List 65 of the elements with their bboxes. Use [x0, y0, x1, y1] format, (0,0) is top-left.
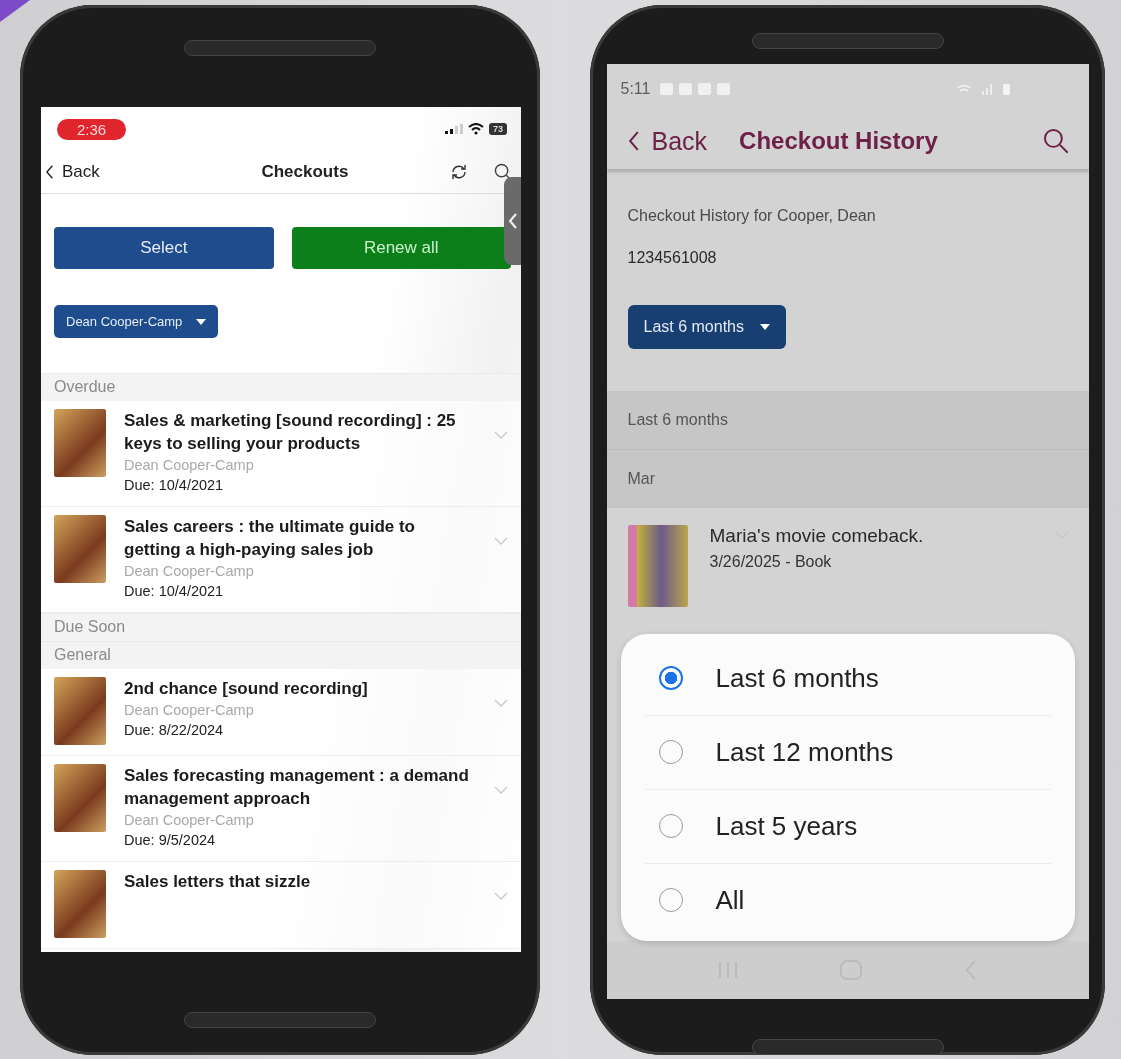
radio-button[interactable]	[658, 666, 683, 691]
back-button[interactable]: Back	[628, 126, 708, 156]
item-title[interactable]: Sales careers : the ultimate guide to getting a high-paying sales job	[124, 515, 476, 561]
expand-chevron-icon[interactable]	[494, 786, 508, 794]
section-header: General	[41, 641, 521, 669]
section-header: Due Soon	[41, 613, 521, 641]
notification-icon	[679, 82, 693, 95]
side-panel-handle[interactable]	[504, 177, 521, 265]
battery-icon: 73	[489, 123, 507, 135]
item-details: 3/26/2025 - Book	[709, 552, 833, 571]
item-title[interactable]: Sales & marketing [sound recording] : 25 keys to selling your products	[124, 409, 476, 455]
book-cover	[54, 870, 106, 938]
book-cover	[54, 515, 106, 583]
back-chevron-icon	[46, 165, 54, 179]
wifi-icon	[956, 82, 971, 95]
period-option[interactable]: Last 12 months	[644, 715, 1051, 790]
period-dropdown[interactable]: Last 6 months	[627, 304, 786, 349]
status-time: 2:36	[57, 118, 127, 140]
due-date: Due: 10/4/2021	[124, 476, 225, 495]
due-date: Due: 8/22/2024	[124, 721, 225, 740]
section-header: Overdue	[41, 373, 521, 401]
period-option[interactable]: Last 6 months	[644, 641, 1051, 716]
expand-chevron-icon[interactable]	[494, 431, 508, 439]
month-header: Mar	[606, 449, 1089, 508]
book-cover	[54, 677, 106, 745]
patron-dropdown[interactable]: Dean Cooper-Camp	[54, 305, 219, 338]
patron-name: Dean Cooper-Camp	[124, 562, 255, 581]
period-option[interactable]: Last 5 years	[644, 789, 1051, 864]
period-option[interactable]: All	[644, 863, 1051, 937]
patron-name: Dean Cooper-Camp	[124, 701, 255, 720]
due-date: Due: 10/4/2021	[124, 582, 225, 601]
card-number: 1234561008	[626, 247, 718, 267]
screen-title: Checkouts	[260, 162, 350, 182]
caret-icon	[760, 323, 770, 330]
back-button[interactable]: Back	[46, 162, 100, 182]
caret-icon	[196, 318, 207, 325]
patron-name: Dean Cooper-Camp	[124, 456, 255, 475]
signal-icon	[980, 82, 993, 95]
search-icon[interactable]	[1042, 128, 1069, 155]
refresh-icon[interactable]	[450, 164, 468, 180]
item-title[interactable]: Maria's movie comeback.	[709, 524, 1033, 547]
expand-chevron-icon[interactable]	[494, 699, 508, 707]
expand-chevron-icon[interactable]	[494, 892, 508, 900]
status-time: 5:11	[620, 79, 651, 98]
battery-icon	[1002, 82, 1011, 95]
action-button[interactable]: Renew all	[291, 227, 511, 269]
notification-icon	[698, 82, 712, 95]
screen-title: Checkout History	[739, 127, 939, 156]
item-title[interactable]: Sales forecasting management : a demand management approach	[124, 764, 476, 810]
notification-icon	[660, 82, 674, 95]
item-title[interactable]: Sales letters that sizzle	[124, 870, 476, 893]
due-date: Due: 9/5/2024	[124, 831, 217, 850]
action-button[interactable]: Select	[54, 227, 274, 269]
group-header: Last 6 months	[606, 390, 1089, 450]
notification-icon	[717, 82, 731, 95]
patron-name: Dean Cooper-Camp	[124, 811, 255, 830]
wifi-icon	[468, 123, 484, 135]
patron-heading: Checkout History for Cooper, Dean	[626, 205, 877, 225]
back-chevron-icon	[628, 131, 640, 152]
item-title[interactable]: 2nd chance [sound recording]	[124, 677, 476, 700]
signal-icon	[445, 124, 463, 134]
chevron-left-icon	[508, 213, 517, 229]
book-cover	[54, 409, 106, 477]
expand-chevron-icon[interactable]	[494, 537, 508, 545]
book-cover	[54, 764, 106, 832]
